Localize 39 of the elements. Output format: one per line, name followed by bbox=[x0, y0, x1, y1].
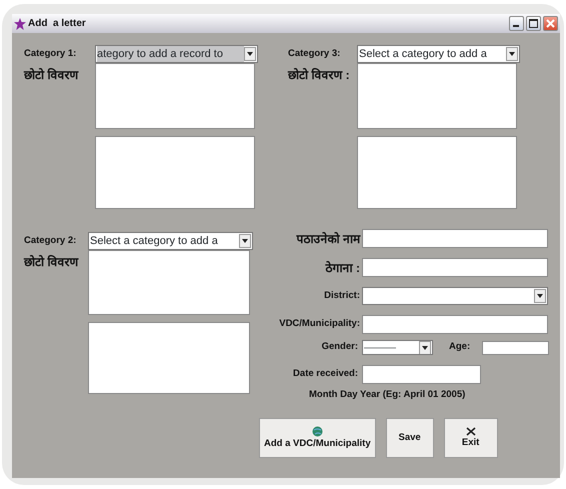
district-dropdown[interactable] bbox=[362, 287, 548, 305]
globe-icon bbox=[312, 426, 323, 437]
field-label: पठाउनेको नाम bbox=[295, 230, 360, 248]
date-label: Date received: bbox=[292, 367, 359, 382]
text-field[interactable] bbox=[362, 229, 548, 248]
field-label: ठेगाना : bbox=[324, 260, 360, 276]
category-label: Category 1: bbox=[24, 47, 78, 61]
description-label: छोटो विवरण bbox=[24, 67, 80, 84]
close-button[interactable] bbox=[543, 16, 558, 31]
maximize-icon bbox=[529, 19, 538, 28]
description-label: छोटो विवरण : bbox=[288, 67, 351, 84]
category-dropdown[interactable]: ategory to add a record to bbox=[95, 45, 258, 63]
text-field[interactable] bbox=[362, 258, 548, 277]
close-icon bbox=[546, 19, 555, 28]
gender-label: Gender: bbox=[320, 340, 359, 354]
star-icon bbox=[14, 18, 26, 30]
add-button[interactable]: Add a VDC/Municipality bbox=[259, 418, 376, 458]
gender-dropdown[interactable]: ———— bbox=[362, 340, 433, 355]
description-box[interactable] bbox=[95, 136, 255, 209]
category-label: Category 3: bbox=[288, 47, 342, 61]
field-label: VDC/Municipality: bbox=[278, 317, 360, 332]
text-field[interactable] bbox=[362, 315, 548, 334]
save-button[interactable]: Save bbox=[386, 418, 434, 458]
close-icon bbox=[466, 426, 476, 436]
description-box[interactable] bbox=[88, 322, 250, 394]
date-field[interactable] bbox=[362, 365, 481, 384]
age-label: Age: bbox=[449, 340, 470, 354]
field-label: District: bbox=[323, 288, 360, 303]
minimize-button[interactable] bbox=[509, 16, 524, 31]
description-label: छोटो विवरण bbox=[24, 254, 80, 271]
category-dropdown[interactable]: Select a category to add a bbox=[88, 232, 253, 250]
category-dropdown[interactable]: Select a category to add a bbox=[357, 45, 520, 63]
window-title: Add a letter bbox=[28, 17, 86, 31]
age-field[interactable] bbox=[482, 340, 550, 354]
description-box[interactable] bbox=[357, 136, 517, 209]
date-format-hint: Month Day Year (Eg: April 01 2005) bbox=[309, 388, 466, 402]
category-label: Category 2: bbox=[24, 234, 78, 248]
maximize-button[interactable] bbox=[526, 16, 541, 31]
exit-button[interactable]: Exit bbox=[444, 418, 498, 458]
